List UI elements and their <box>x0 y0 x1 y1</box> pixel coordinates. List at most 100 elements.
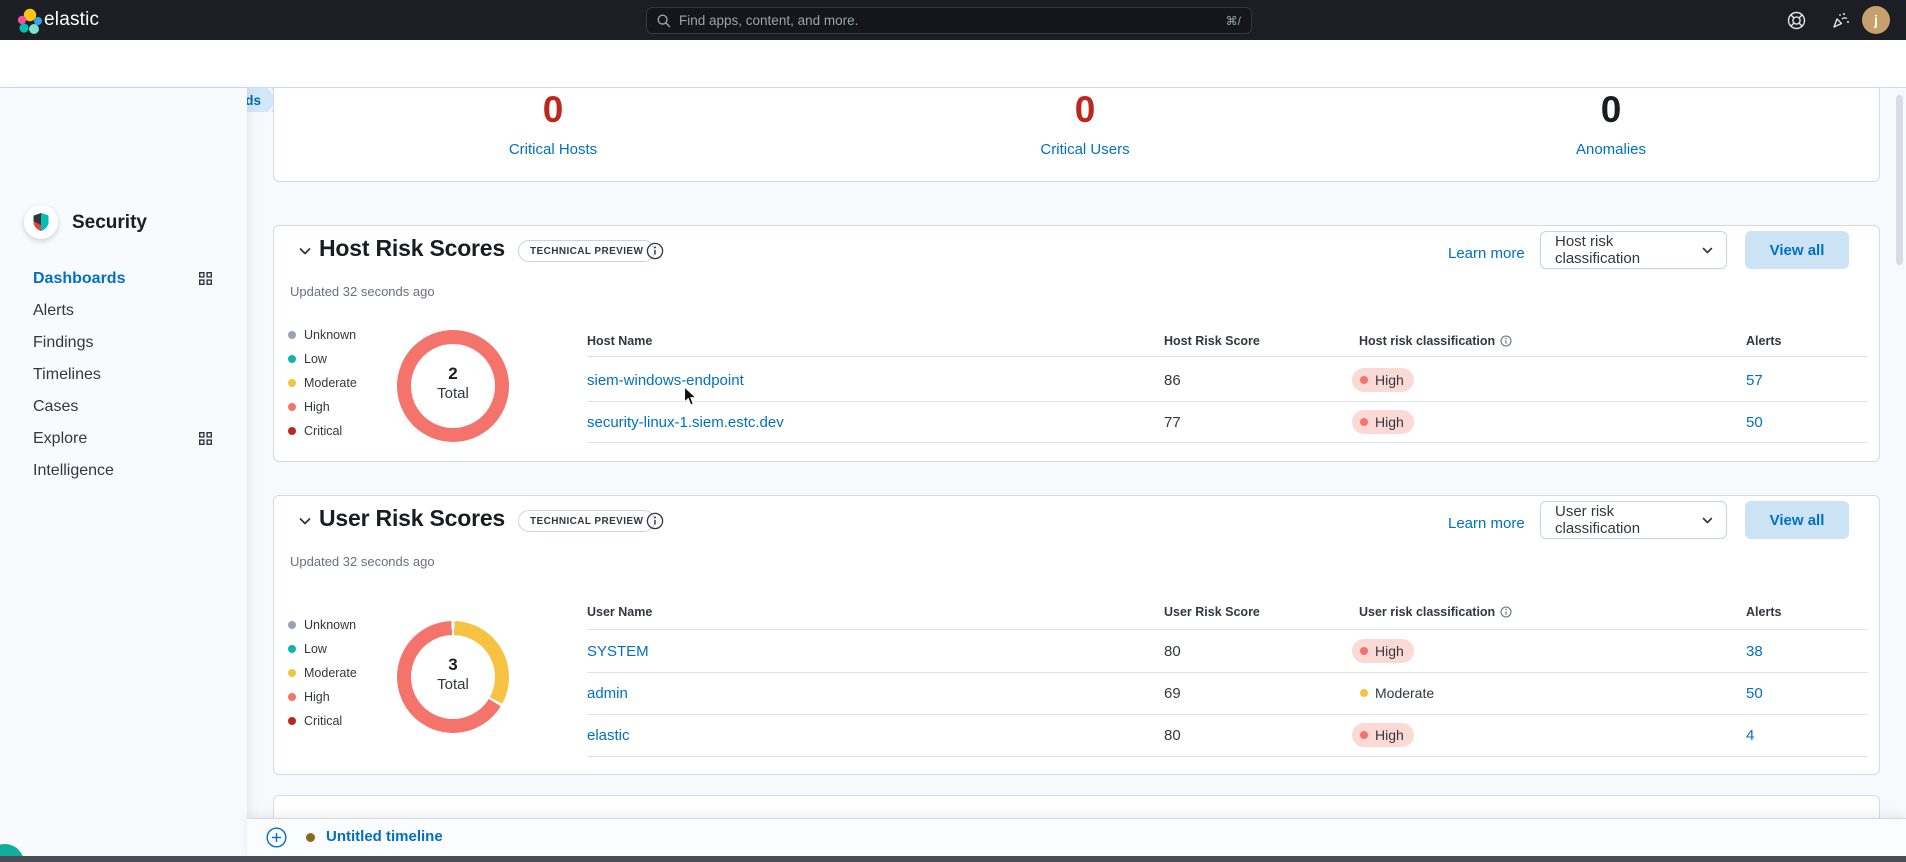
legend-dot <box>288 621 296 629</box>
legend-item: Unknown <box>288 618 356 632</box>
table-divider <box>587 756 1868 757</box>
user-risk-score-value: 80 <box>1164 727 1181 744</box>
sidebar-item-cases[interactable]: Cases <box>0 392 247 422</box>
table-divider <box>587 401 1868 402</box>
legend-dot <box>288 355 296 363</box>
chevron-down-icon <box>1701 514 1714 527</box>
security-sidebar: Security Dashboards Alerts Findings Time… <box>0 88 247 862</box>
scrollbar-thumb[interactable] <box>1896 95 1903 265</box>
view-all-button[interactable]: View all <box>1745 231 1849 269</box>
kpi-label-link[interactable]: Critical Users <box>935 141 1235 158</box>
global-search-input[interactable]: Find apps, content, and more. ⌘/ <box>646 7 1252 34</box>
column-header-user-name: User Name <box>587 605 652 619</box>
host-risk-scores-panel: Host Risk Scores TECHNICAL PREVIEW Learn… <box>273 225 1880 462</box>
search-icon <box>657 14 671 28</box>
security-shield-icon <box>32 212 50 232</box>
alerts-count-link[interactable]: 57 <box>1746 372 1763 389</box>
legend-item: Moderate <box>288 376 357 390</box>
alerts-count-link[interactable]: 50 <box>1746 414 1763 431</box>
sidebar-item-findings[interactable]: Findings <box>0 328 247 358</box>
legend-dot <box>288 427 296 435</box>
risk-classification-badge: High <box>1352 723 1414 747</box>
add-timeline-icon[interactable] <box>266 827 287 848</box>
mouse-cursor <box>683 386 698 407</box>
collapse-chevron-icon[interactable] <box>297 513 313 529</box>
alerts-count-link[interactable]: 38 <box>1746 643 1763 660</box>
user-name-link[interactable]: elastic <box>587 727 630 744</box>
risk-dot <box>1360 647 1368 655</box>
legend-dot <box>288 669 296 677</box>
alerts-count-link[interactable]: 4 <box>1746 727 1754 744</box>
untitled-timeline-link[interactable]: Untitled timeline <box>326 828 443 845</box>
legend-dot <box>288 379 296 387</box>
info-icon[interactable] <box>646 242 664 260</box>
search-placeholder: Find apps, content, and more. <box>679 13 1226 28</box>
help-icon[interactable] <box>1787 11 1806 30</box>
sidebar-item-dashboards[interactable]: Dashboards <box>0 264 247 294</box>
kpi-label-link[interactable]: Anomalies <box>1461 141 1761 158</box>
user-name-link[interactable]: admin <box>587 685 628 702</box>
top-navigation-bar: elastic Find apps, content, and more. ⌘/… <box>0 0 1906 40</box>
panel-title: User Risk Scores <box>319 505 505 532</box>
host-risk-score-value: 86 <box>1164 372 1181 389</box>
legend-item: High <box>288 690 330 704</box>
sidebar-item-intelligence[interactable]: Intelligence <box>0 456 247 486</box>
info-icon[interactable] <box>1500 335 1512 347</box>
user-avatar[interactable]: j <box>1862 6 1890 34</box>
grid-icon[interactable] <box>199 272 212 285</box>
security-app-logo <box>24 205 58 239</box>
donut-center-label: 2 Total <box>397 364 509 402</box>
updated-timestamp: Updated 32 seconds ago <box>290 554 435 569</box>
learn-more-link[interactable]: Learn more <box>1448 245 1525 262</box>
risk-dot <box>1360 731 1368 739</box>
host-name-link[interactable]: siem-windows-endpoint <box>587 372 744 389</box>
sidebar-item-alerts[interactable]: Alerts <box>0 296 247 326</box>
news-feed-icon[interactable] <box>1831 10 1851 30</box>
sidebar-title: Security <box>72 212 147 234</box>
collapse-chevron-icon[interactable] <box>297 243 313 259</box>
host-risk-classification-dropdown[interactable]: Host risk classification <box>1540 231 1727 269</box>
kpi-value: 0 <box>403 88 703 132</box>
alerts-count-link[interactable]: 50 <box>1746 685 1763 702</box>
legend-item: Critical <box>288 714 342 728</box>
table-divider <box>587 714 1868 715</box>
donut-center-label: 3 Total <box>397 655 509 693</box>
sidebar-item-explore[interactable]: Explore <box>0 424 247 454</box>
user-risk-classification-dropdown[interactable]: User risk classification <box>1540 501 1727 539</box>
learn-more-link[interactable]: Learn more <box>1448 515 1525 532</box>
legend-item: Low <box>288 352 327 366</box>
risk-dot <box>1360 376 1368 384</box>
info-icon[interactable] <box>1500 606 1512 618</box>
risk-dot <box>1360 418 1368 426</box>
elastic-logo-icon <box>14 6 44 36</box>
legend-dot <box>288 717 296 725</box>
risk-classification-badge: High <box>1352 639 1414 663</box>
kpi-summary-panel: 0 Critical Hosts 0 Critical Users 0 Anom… <box>273 88 1880 182</box>
info-icon[interactable] <box>646 512 664 530</box>
risk-classification-badge: Moderate <box>1352 681 1444 705</box>
view-all-button[interactable]: View all <box>1745 501 1849 539</box>
technical-preview-badge: TECHNICAL PREVIEW <box>518 240 655 262</box>
legend-item: High <box>288 400 330 414</box>
host-name-link[interactable]: security-linux-1.siem.estc.dev <box>587 414 784 431</box>
risk-dot <box>1360 689 1368 697</box>
kpi-label-link[interactable]: Critical Hosts <box>403 141 703 158</box>
legend-dot <box>288 645 296 653</box>
sidebar-item-timelines[interactable]: Timelines <box>0 360 247 390</box>
column-header-alerts: Alerts <box>1746 605 1781 619</box>
table-divider <box>587 442 1868 443</box>
column-header-user-risk-score: User Risk Score <box>1164 605 1260 619</box>
user-name-link[interactable]: SYSTEM <box>587 643 649 660</box>
legend-dot <box>288 331 296 339</box>
grid-icon[interactable] <box>199 432 212 445</box>
risk-classification-badge: High <box>1352 410 1414 434</box>
column-header-alerts: Alerts <box>1746 334 1781 348</box>
timeline-bottom-bar[interactable] <box>247 818 1906 856</box>
timeline-status-dot <box>306 833 315 842</box>
risk-classification-badge: High <box>1352 368 1414 392</box>
legend-item: Critical <box>288 424 342 438</box>
kpi-anomalies: 0 Anomalies <box>1461 88 1761 158</box>
column-header-host-risk-score: Host Risk Score <box>1164 334 1260 348</box>
user-risk-score-value: 80 <box>1164 643 1181 660</box>
updated-timestamp: Updated 32 seconds ago <box>290 284 435 299</box>
